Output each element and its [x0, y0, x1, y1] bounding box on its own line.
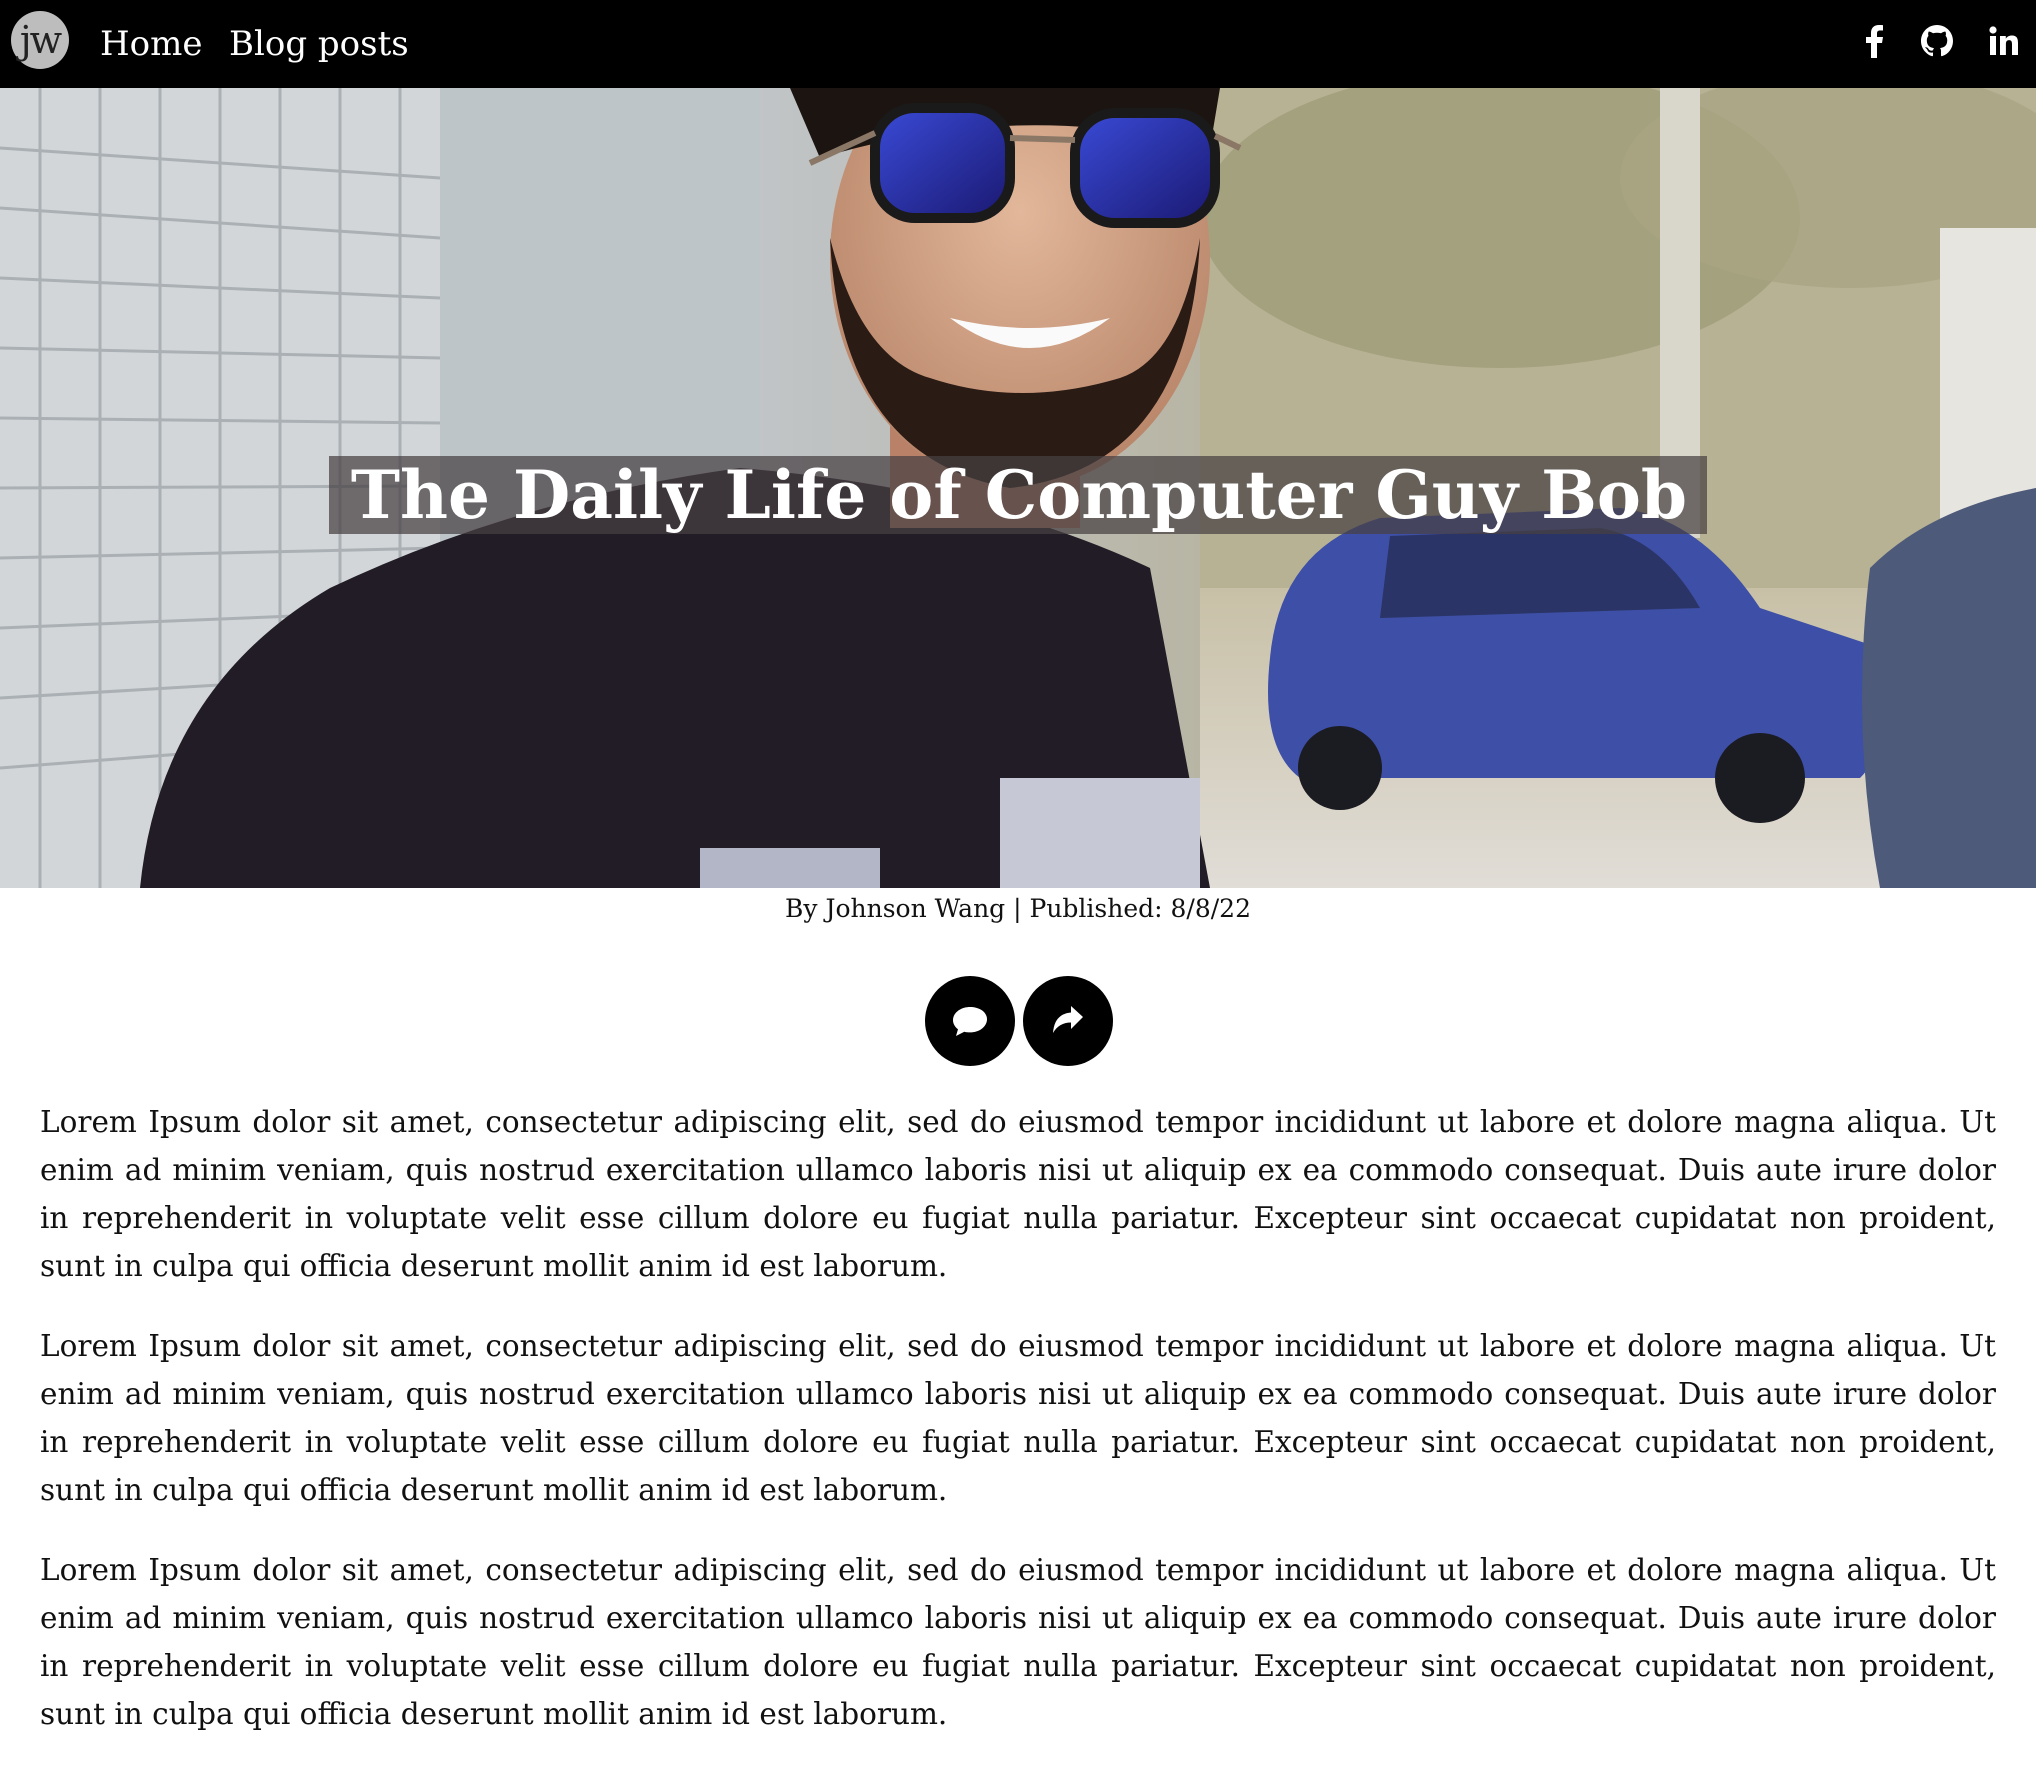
- post-title: The Daily Life of Computer Guy Bob: [0, 454, 2036, 537]
- article-body: Lorem Ipsum dolor sit amet, consectetur …: [40, 1098, 1996, 1770]
- share-icon: [1053, 1006, 1083, 1033]
- nav-link-home[interactable]: Home: [100, 22, 202, 66]
- article-paragraph: Lorem Ipsum dolor sit amet, consectetur …: [40, 1553, 1996, 1731]
- hero-banner: The Daily Life of Computer Guy Bob: [0, 88, 2036, 888]
- github-icon[interactable]: [1916, 20, 1958, 62]
- nav-link-blog-posts[interactable]: Blog posts: [229, 22, 409, 66]
- post-title-text: The Daily Life of Computer Guy Bob: [328, 456, 1708, 535]
- byline: By Johnson Wang | Published: 8/8/22: [785, 894, 1251, 923]
- facebook-icon[interactable]: [1853, 20, 1895, 62]
- share-button[interactable]: [1023, 976, 1113, 1066]
- comment-button[interactable]: [925, 976, 1015, 1066]
- article-paragraph: Lorem Ipsum dolor sit amet, consectetur …: [40, 1105, 1996, 1283]
- linkedin-icon[interactable]: [1983, 20, 2025, 62]
- logo[interactable]: jw: [11, 11, 69, 69]
- comment-icon: [953, 1007, 987, 1036]
- navbar: jw Home Blog posts: [0, 0, 2036, 88]
- article-paragraph: Lorem Ipsum dolor sit amet, consectetur …: [40, 1329, 1996, 1507]
